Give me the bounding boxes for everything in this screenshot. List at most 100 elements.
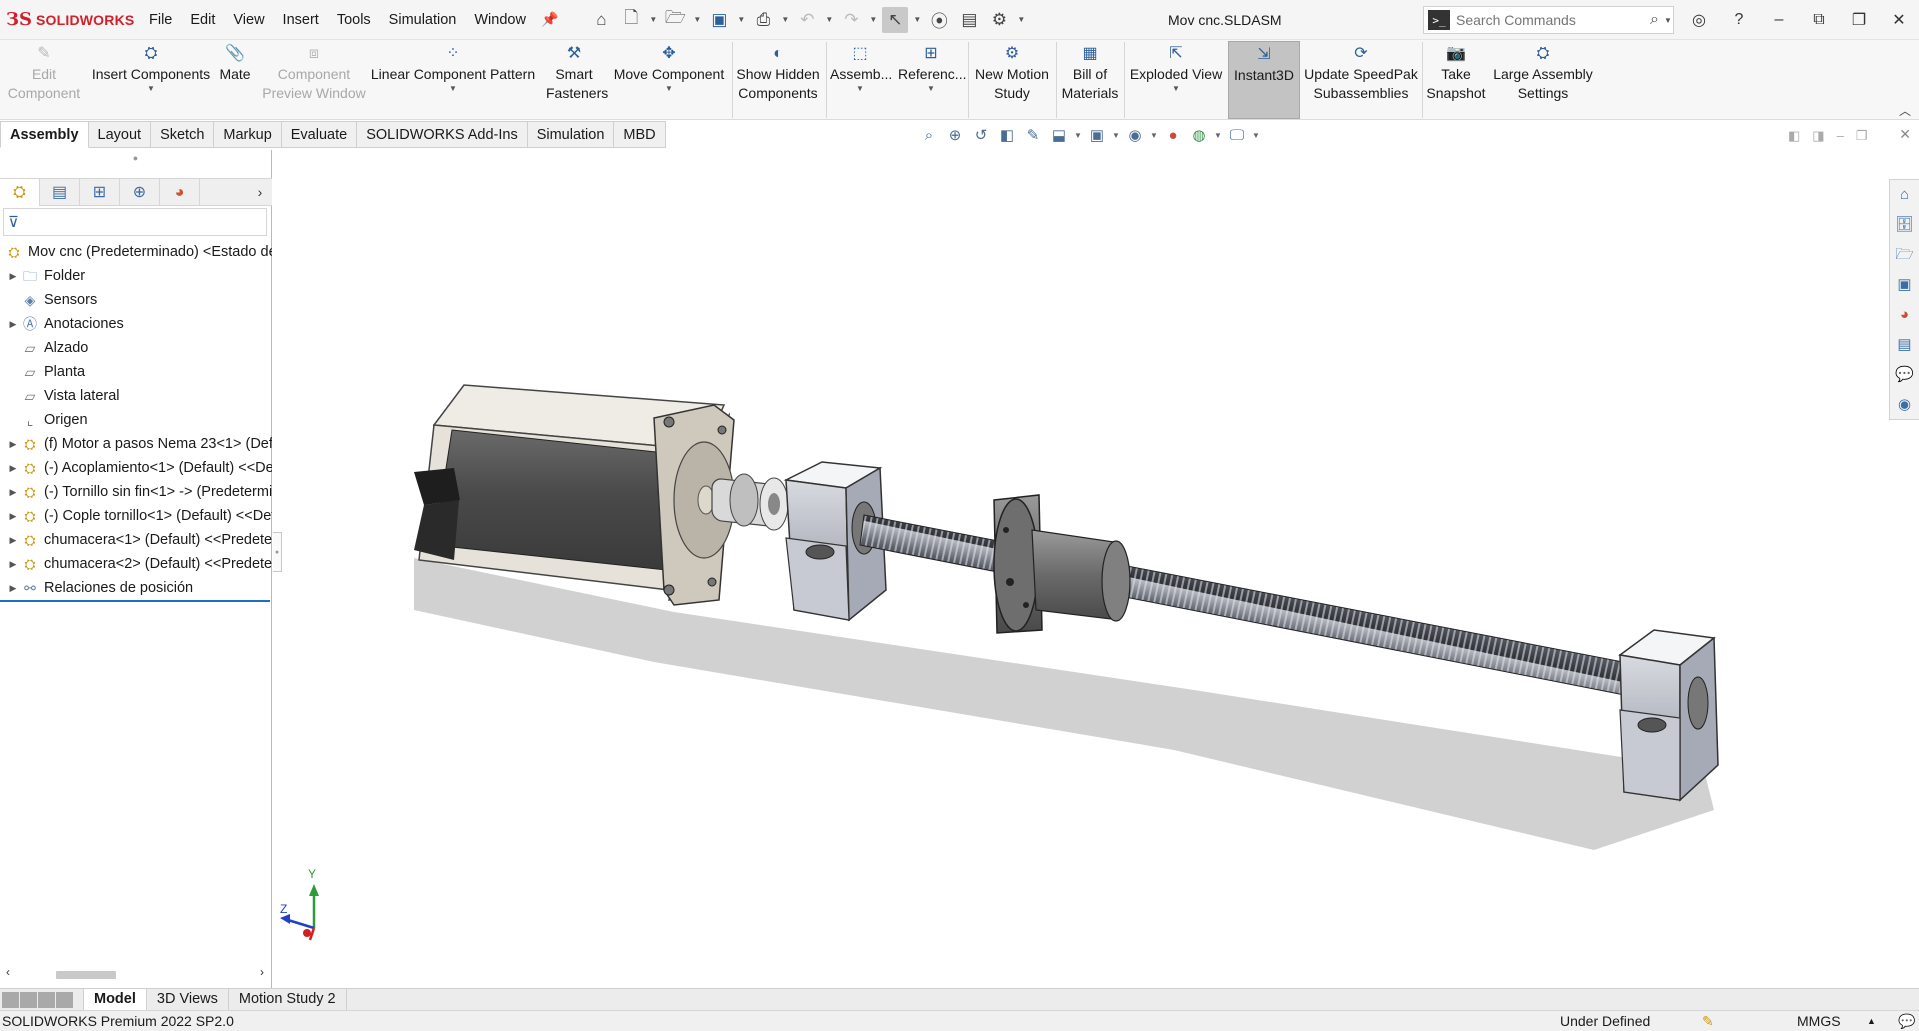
menu-tools[interactable]: Tools xyxy=(328,12,380,28)
file-explorer-icon[interactable]: 🗁 xyxy=(1890,240,1919,270)
feature-tree-tab-icon[interactable]: ⛭ xyxy=(0,179,40,206)
tree-item-component[interactable]: ▶ ⛭ (-) Cople tornillo<1> (Default) <<De… xyxy=(0,504,272,528)
redo-dropdown-icon[interactable]: ▼ xyxy=(868,15,878,24)
undo-dropdown-icon[interactable]: ▼ xyxy=(824,15,834,24)
viewport-restore-icon[interactable]: ❐ xyxy=(1856,128,1868,144)
zoom-to-fit-icon[interactable]: ⌕ xyxy=(918,127,940,144)
view-orientation-icon[interactable]: ⬓ xyxy=(1048,126,1070,144)
new-dropdown-icon[interactable]: ▼ xyxy=(648,15,658,24)
expand-arrow-icon[interactable]: ▶ xyxy=(6,552,20,576)
viewport-close-icon[interactable]: ✕ xyxy=(1899,126,1911,143)
instant3d-button[interactable]: ⇲ Instant3D xyxy=(1228,41,1300,119)
tree-item-front-plane[interactable]: ▱ Alzado xyxy=(0,336,272,360)
tab-simulation[interactable]: Simulation xyxy=(527,121,615,148)
insert-components-button[interactable]: ⛭ Insert Components ▼ xyxy=(88,44,214,94)
menu-window[interactable]: Window xyxy=(465,12,535,28)
linear-component-pattern-button[interactable]: ⁘ Linear Component Pattern ▼ xyxy=(370,44,536,94)
tab-motion-study-2[interactable]: Motion Study 2 xyxy=(229,988,347,1011)
tree-filter[interactable]: ⊽ xyxy=(3,208,267,236)
edit-component-button[interactable]: ✎ Edit Component xyxy=(4,44,84,103)
expand-arrow-icon[interactable]: ▶ xyxy=(6,504,20,528)
tree-item-right-plane[interactable]: ▱ Vista lateral xyxy=(0,384,272,408)
menu-edit[interactable]: Edit xyxy=(181,12,224,28)
expand-arrow-icon[interactable]: ▶ xyxy=(6,312,20,336)
section-view-icon[interactable]: ◧ xyxy=(996,126,1018,144)
help-icon[interactable]: ? xyxy=(1719,11,1759,29)
rebuild-traffic-light-icon[interactable]: ⦿ xyxy=(926,7,952,33)
tab-layout[interactable]: Layout xyxy=(88,121,152,148)
search-dropdown-icon[interactable]: ▼ xyxy=(1663,16,1673,25)
scroll-left-icon[interactable]: ‹ xyxy=(6,965,10,979)
dynamic-annotation-icon[interactable]: ✎ xyxy=(1022,126,1044,144)
expand-arrow-icon[interactable]: ▶ xyxy=(6,528,20,552)
search-icon[interactable]: ⌕ xyxy=(1650,11,1659,29)
collapse-ribbon-icon[interactable]: ︿ xyxy=(1899,102,1911,119)
search-input[interactable] xyxy=(1456,12,1651,28)
previous-view-icon[interactable]: ↺ xyxy=(970,126,992,144)
save-dropdown-icon[interactable]: ▼ xyxy=(736,15,746,24)
configuration-manager-tab-icon[interactable]: ⊞ xyxy=(80,179,120,206)
viewport-right-icon[interactable]: ◨ xyxy=(1812,128,1824,144)
tab-3d-views[interactable]: 3D Views xyxy=(147,988,229,1011)
tile-windows-icon[interactable]: ⧉ xyxy=(1799,11,1839,29)
options-dropdown-icon[interactable]: ▼ xyxy=(1016,15,1026,24)
expand-arrow-icon[interactable]: ▶ xyxy=(6,576,20,600)
open-dropdown-icon[interactable]: ▼ xyxy=(692,15,702,24)
edit-appearance-icon[interactable]: ● xyxy=(1162,127,1184,144)
zoom-to-area-icon[interactable]: ⊕ xyxy=(944,126,966,144)
tab-markup[interactable]: Markup xyxy=(214,121,282,148)
tab-sketch[interactable]: Sketch xyxy=(151,121,215,148)
view-settings-dropdown-icon[interactable]: ▼ xyxy=(1252,131,1260,140)
restore-icon[interactable]: ❐ xyxy=(1839,10,1879,30)
scroll-right-icon[interactable]: › xyxy=(260,965,264,979)
custom-properties-icon[interactable]: ▤ xyxy=(1890,330,1919,360)
unit-system[interactable]: MMGS xyxy=(1797,1011,1841,1031)
menu-view[interactable]: View xyxy=(224,12,273,28)
exploded-view-button[interactable]: ⇱ Exploded View ▼ xyxy=(1128,44,1224,94)
hide-show-dropdown-icon[interactable]: ▼ xyxy=(1150,131,1158,140)
assembly-features-dropdown-icon[interactable]: ▼ xyxy=(830,84,890,94)
view-settings-icon[interactable]: 🖵 xyxy=(1226,127,1248,144)
menu-file[interactable]: File xyxy=(140,12,181,28)
minimize-icon[interactable]: – xyxy=(1759,11,1799,29)
exploded-view-dropdown-icon[interactable]: ▼ xyxy=(1128,84,1224,94)
property-manager-tab-icon[interactable]: ▤ xyxy=(40,179,80,206)
tree-item-folder[interactable]: ▶ 🗀 Folder xyxy=(0,264,272,288)
tree-item-origin[interactable]: ⌞ Origen xyxy=(0,408,272,432)
insert-components-dropdown-icon[interactable]: ▼ xyxy=(88,84,214,94)
menu-insert[interactable]: Insert xyxy=(274,12,328,28)
menu-simulation[interactable]: Simulation xyxy=(380,12,466,28)
expand-arrow-icon[interactable]: ▶ xyxy=(6,480,20,504)
viewport-left-icon[interactable]: ◧ xyxy=(1788,128,1800,144)
graphics-area[interactable]: Y Z xyxy=(274,150,1888,988)
tree-item-annotations[interactable]: ▶ Ⓐ Anotaciones xyxy=(0,312,272,336)
large-assembly-settings-button[interactable]: ⛭ Large Assembly Settings xyxy=(1490,44,1596,103)
view-palette-icon[interactable]: ▣ xyxy=(1890,270,1919,300)
file-properties-icon[interactable]: ▤ xyxy=(956,7,982,33)
display-style-icon[interactable]: ▣ xyxy=(1086,126,1108,144)
mate-button[interactable]: 📎 Mate xyxy=(214,44,256,84)
previous-tab-icon[interactable] xyxy=(20,991,37,1008)
reference-geometry-dropdown-icon[interactable]: ▼ xyxy=(898,84,964,94)
search-commands-box[interactable]: >_ ⌕ ▼ xyxy=(1423,6,1674,34)
pin-menu-icon[interactable]: 📌 xyxy=(535,11,564,28)
apply-scene-icon[interactable]: ◍ xyxy=(1188,126,1210,144)
last-tab-icon[interactable] xyxy=(56,991,73,1008)
redo-icon[interactable]: ↷ xyxy=(838,7,864,33)
solidworks-resources-icon[interactable]: ⌂ xyxy=(1890,180,1919,210)
options-gear-icon[interactable]: ⚙ xyxy=(986,7,1012,33)
component-preview-window-button[interactable]: ⧈ Component Preview Window xyxy=(262,44,366,103)
select-dropdown-icon[interactable]: ▼ xyxy=(912,15,922,24)
dimxpert-tab-icon[interactable]: ⊕ xyxy=(120,179,160,206)
design-library-icon[interactable]: 🗄 xyxy=(1890,210,1919,240)
tab-assembly[interactable]: Assembly xyxy=(0,121,89,148)
horizontal-scrollbar[interactable]: ‹ › xyxy=(0,965,272,985)
next-tab-icon[interactable] xyxy=(38,991,55,1008)
tree-item-component[interactable]: ▶ ⛭ (-) Acoplamiento<1> (Default) <<Defa… xyxy=(0,456,272,480)
reference-geometry-button[interactable]: ⊞ Referenc... ▼ xyxy=(898,44,966,94)
expand-arrow-icon[interactable]: ▶ xyxy=(6,456,20,480)
move-component-button[interactable]: ✥ Move Component ▼ xyxy=(610,44,728,94)
move-component-dropdown-icon[interactable]: ▼ xyxy=(610,84,728,94)
solidworks-forum-icon[interactable]: 💬 xyxy=(1890,360,1919,390)
display-style-dropdown-icon[interactable]: ▼ xyxy=(1112,131,1120,140)
